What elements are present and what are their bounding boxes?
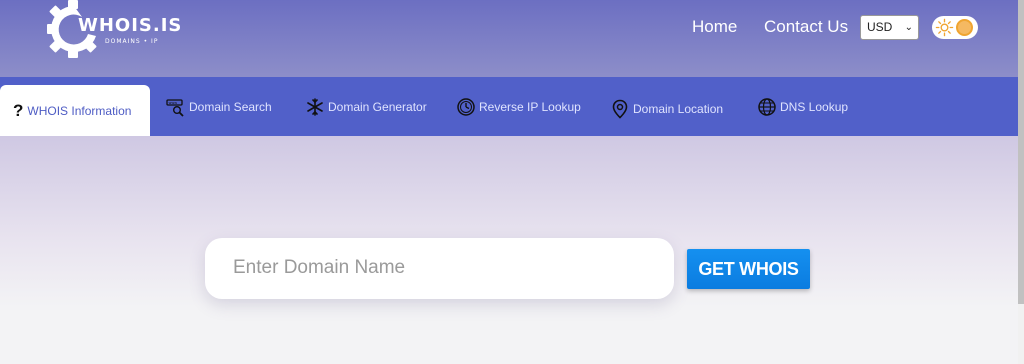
site-header: WHOIS.IS DOMAINS • IP Home Contact Us US… [0, 0, 1018, 77]
hero-section: GET WHOIS [0, 136, 1018, 364]
tab-label: WHOIS Information [27, 103, 132, 118]
domain-search-input[interactable] [233, 252, 653, 284]
tab-label: Domain Search [189, 100, 272, 114]
tab-label: Reverse IP Lookup [479, 100, 581, 114]
tool-tabs: ? WHOIS Information www Domain Search Do… [0, 77, 1018, 136]
brand-tagline: DOMAINS • IP [105, 38, 159, 45]
svg-text:www: www [169, 101, 178, 105]
scrollbar-thumb[interactable] [1018, 0, 1024, 304]
location-pin-icon [612, 99, 628, 119]
tab-domain-generator[interactable]: Domain Generator [305, 92, 427, 122]
question-icon: ? [13, 100, 24, 120]
tab-label: DNS Lookup [780, 100, 849, 114]
brand-name: WHOIS.IS [78, 15, 183, 36]
chevron-down-icon: ⌄ [904, 22, 913, 33]
sun-icon [935, 18, 954, 37]
snowflake-icon [307, 98, 323, 116]
theme-toggle[interactable] [932, 16, 978, 39]
tab-domain-location[interactable]: Domain Location [610, 94, 723, 124]
tab-dns-lookup[interactable]: DNS Lookup [757, 92, 848, 122]
page: WHOIS.IS DOMAINS • IP Home Contact Us US… [0, 0, 1018, 364]
logo[interactable]: WHOIS.IS DOMAINS • IP [44, 0, 194, 58]
nav-contact-link[interactable]: Contact Us [764, 17, 848, 37]
tab-reverse-ip-lookup[interactable]: Reverse IP Lookup [456, 92, 581, 122]
page-scrollbar[interactable] [1018, 0, 1024, 364]
nav-home-link[interactable]: Home [692, 17, 737, 37]
clock-icon [457, 98, 475, 116]
toggle-knob [956, 19, 973, 36]
currency-select[interactable]: USD ⌄ [860, 15, 919, 40]
tab-label: Domain Location [633, 102, 724, 116]
tab-domain-search[interactable]: www Domain Search [166, 92, 272, 122]
tab-label: Domain Generator [328, 100, 427, 114]
currency-value: USD [867, 20, 893, 34]
get-whois-button[interactable]: GET WHOIS [687, 249, 810, 289]
tab-whois-information[interactable]: ? WHOIS Information [0, 85, 150, 136]
search-box [205, 238, 674, 299]
domain-search-icon: www [166, 99, 184, 117]
globe-icon [758, 98, 776, 116]
